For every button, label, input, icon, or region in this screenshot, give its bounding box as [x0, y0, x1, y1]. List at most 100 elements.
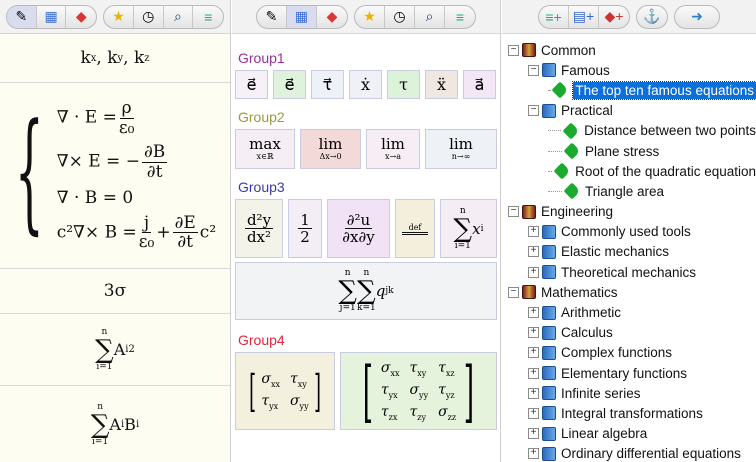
history-item-sigma[interactable]: 3σ: [0, 269, 230, 314]
library-icon[interactable]: ≡: [193, 6, 223, 28]
tree-item[interactable]: + Calculus: [508, 323, 756, 343]
expand-toggle[interactable]: +: [528, 407, 539, 419]
tree-connector: [548, 190, 562, 192]
library-icon[interactable]: ≡: [445, 6, 475, 28]
palette-icon[interactable]: ▦: [287, 5, 317, 28]
notebook-icon: [542, 224, 556, 239]
bookmark-icon[interactable]: ◆: [66, 6, 96, 28]
tree-item[interactable]: − Famous: [508, 60, 756, 80]
expand-toggle[interactable]: +: [528, 387, 539, 399]
tile-summation[interactable]: n ∑ i=1 x i: [440, 199, 497, 258]
history-item-maxwell[interactable]: { ∇ · E = ρ ε₀ ∇× E = − ∂B ∂t ∇ · B = 0 c²∇×…: [0, 83, 230, 269]
tile-matrix-2x2[interactable]: [σxx τxy τyx σyy]: [235, 352, 335, 430]
tree-item[interactable]: + Elementary functions: [508, 363, 756, 383]
accent-tile[interactable]: ẋ: [349, 70, 382, 99]
forward-arrow-icon[interactable]: ➜: [675, 6, 719, 28]
palette-icon[interactable]: ▦: [37, 5, 67, 28]
expand-toggle[interactable]: +: [528, 448, 539, 460]
tree-item[interactable]: + Arithmetic: [508, 302, 756, 322]
accent-tile[interactable]: τ⃗: [311, 70, 344, 99]
notebook-icon: [542, 244, 556, 259]
tree-item[interactable]: + Complex functions: [508, 343, 756, 363]
tree-item[interactable]: Triangle area: [508, 181, 756, 201]
tree-item[interactable]: + Theoretical mechanics: [508, 262, 756, 282]
history-item-sum-a2[interactable]: n ∑ i=1 Ai2: [0, 314, 230, 386]
tree-item[interactable]: + Elastic mechanics: [508, 242, 756, 262]
num: ∂²u: [344, 210, 373, 229]
text: i: [480, 223, 484, 234]
search-icon[interactable]: ⌕: [164, 5, 194, 28]
limit-tile[interactable]: lim Δx→0: [300, 129, 361, 169]
limit-tile[interactable]: lim x→a: [366, 129, 420, 169]
expand-toggle[interactable]: +: [528, 347, 539, 359]
collapse-toggle[interactable]: −: [528, 105, 539, 117]
tree-item[interactable]: The top ten famous equations: [508, 80, 756, 100]
tree-item[interactable]: + Ordinary differential equations: [508, 444, 756, 462]
history-icon[interactable]: ◷: [134, 5, 164, 28]
accent-tile[interactable]: e⃗: [273, 70, 306, 99]
search-icon[interactable]: ⌕: [415, 5, 445, 28]
edit-icon[interactable]: ✎: [7, 5, 37, 28]
tile-matrix-3x3[interactable]: [σxx τxy τxz τyx σyy τyz τzx τzy σzz]: [340, 352, 497, 430]
tree-item[interactable]: + Integral transformations: [508, 403, 756, 423]
formula-pin-icon: [563, 182, 581, 200]
add-library-icon[interactable]: ≡+: [539, 5, 569, 28]
op: +: [156, 222, 171, 243]
expand-toggle[interactable]: +: [528, 428, 539, 440]
text: i: [135, 419, 140, 430]
tree-item-label: Ordinary differential equations: [561, 446, 741, 462]
tree-item[interactable]: − Engineering: [508, 202, 756, 222]
history-item-k[interactable]: kx, ky, kz: [0, 34, 230, 83]
tile-definition[interactable]: def: [395, 199, 435, 258]
collapse-toggle[interactable]: −: [508, 206, 519, 218]
sigma-symbol: ∑: [453, 213, 473, 244]
notebook-icon: [542, 103, 556, 118]
tree-item[interactable]: − Practical: [508, 101, 756, 121]
favorites-icon[interactable]: ★: [104, 5, 134, 28]
tile-second-derivative[interactable]: d²y dx²: [235, 199, 283, 258]
equals: [402, 231, 428, 235]
collapse-toggle[interactable]: −: [528, 64, 539, 76]
collapse-toggle[interactable]: −: [508, 44, 519, 56]
tree-item[interactable]: + Linear algebra: [508, 424, 756, 444]
text: def: [408, 222, 422, 232]
accent-tile[interactable]: τ: [387, 70, 420, 99]
tree-item[interactable]: − Common: [508, 40, 756, 60]
tile-partial-derivative[interactable]: ∂²u ∂x∂y: [327, 199, 390, 258]
accent-tile[interactable]: a⃗: [463, 70, 496, 99]
text: k: [80, 48, 91, 68]
bookmark-icon[interactable]: ◆: [317, 6, 347, 28]
tile-double-summation[interactable]: n ∑ j=1 n ∑ k=1 q jk: [235, 262, 497, 320]
tile-fraction[interactable]: 12: [288, 199, 322, 258]
accent-tile[interactable]: e⃗: [235, 70, 268, 99]
tree-item[interactable]: Plane stress: [508, 141, 756, 161]
tree-item[interactable]: Root of the quadratic equation: [508, 161, 756, 181]
den: ε₀: [118, 117, 135, 138]
favorites-icon[interactable]: ★: [355, 5, 385, 28]
limit-tile[interactable]: max x∈ℝ: [235, 129, 295, 169]
matrix-entry: σyy: [289, 393, 309, 411]
history-icon[interactable]: ◷: [385, 5, 415, 28]
collapse-toggle[interactable]: −: [508, 286, 519, 298]
tree-item[interactable]: − Mathematics: [508, 282, 756, 302]
den: ∂t: [177, 232, 193, 253]
tree-item[interactable]: + Infinite series: [508, 383, 756, 403]
expand-toggle[interactable]: +: [528, 307, 539, 319]
notebook-icon: [542, 63, 556, 78]
add-notebook-icon[interactable]: ▤+: [569, 5, 599, 28]
add-bookmark-icon[interactable]: ◆+: [599, 6, 629, 28]
expand-toggle[interactable]: +: [528, 367, 539, 379]
expand-toggle[interactable]: +: [528, 246, 539, 258]
anchor-icon[interactable]: ⚓: [637, 6, 667, 28]
expand-toggle[interactable]: +: [528, 266, 539, 278]
bottom: k=1: [356, 303, 376, 313]
expand-toggle[interactable]: +: [528, 226, 539, 238]
tree-item[interactable]: + Commonly used tools: [508, 222, 756, 242]
matrix-entry: τxy: [289, 371, 307, 389]
edit-icon[interactable]: ✎: [257, 5, 287, 28]
history-item-sum-ab[interactable]: n ∑ i=1 AiBi: [0, 386, 230, 462]
limit-tile[interactable]: lim n→∞: [425, 129, 497, 169]
accent-tile[interactable]: ẍ: [425, 70, 458, 99]
expand-toggle[interactable]: +: [528, 327, 539, 339]
tree-item[interactable]: Distance between two points: [508, 121, 756, 141]
